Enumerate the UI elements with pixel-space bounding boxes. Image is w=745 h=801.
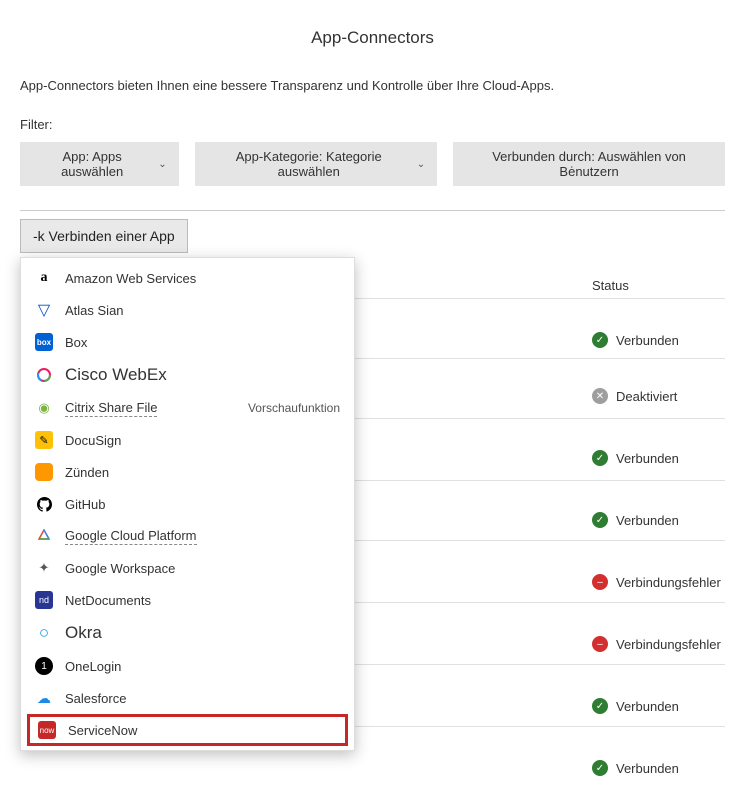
divider: [20, 210, 725, 211]
filter-category[interactable]: App-Kategorie: Kategorie auswählen ⌄: [195, 142, 437, 186]
status-label: Verbunden: [616, 513, 679, 528]
chevron-down-icon: ⌄: [417, 159, 425, 170]
status-label: Verbunden: [616, 451, 679, 466]
dropdown-item-label: Okra: [65, 623, 102, 643]
status-ok-icon: ✓: [592, 512, 608, 528]
status-label: Verbindungsfehler: [616, 637, 721, 652]
dropdown-item-label: DocuSign: [65, 433, 121, 448]
connect-app-button[interactable]: -k Verbinden einer App: [20, 219, 188, 253]
status-label: Deaktiviert: [616, 389, 677, 404]
status-ok-icon: ✓: [592, 698, 608, 714]
dropdown-item-gcp[interactable]: Google Cloud Platform: [21, 520, 354, 552]
status-ok-icon: ✓: [592, 450, 608, 466]
dropdown-item-label: OneLogin: [65, 659, 121, 674]
dropdown-item-onelogin[interactable]: 1 OneLogin: [21, 650, 354, 682]
dropdown-item-label: Atlas Sian: [65, 303, 124, 318]
dropdown-item-netdocuments[interactable]: nd NetDocuments: [21, 584, 354, 616]
cisco-icon: [35, 366, 53, 384]
citrix-icon: ◉: [35, 399, 53, 417]
status-column: Status ✓Verbunden✕Deaktiviert✓Verbunden✓…: [592, 278, 722, 799]
gcp-icon: [35, 527, 53, 545]
status-label: Verbunden: [616, 699, 679, 714]
servicenow-icon: now: [38, 721, 56, 739]
dropdown-item-box[interactable]: box Box: [21, 326, 354, 358]
dropdown-item-label: Citrix Share File: [65, 400, 157, 417]
filter-category-label: App-Kategorie: Kategorie auswählen: [207, 149, 411, 179]
dropdown-item-label: Google Cloud Platform: [65, 528, 197, 545]
dropdown-item-aws[interactable]: a Amazon Web Services: [21, 262, 354, 294]
dropdown-item-label: Salesforce: [65, 691, 126, 706]
status-label: Verbunden: [616, 761, 679, 776]
dropdown-item-docusign[interactable]: ✎ DocuSign: [21, 424, 354, 456]
dropdown-item-label: Amazon Web Services: [65, 271, 196, 286]
zunden-icon: [35, 463, 53, 481]
dropdown-item-atlassian[interactable]: ▽ Atlas Sian: [21, 294, 354, 326]
dropdown-item-label: Zünden: [65, 465, 109, 480]
chevron-down-icon: ⌄: [158, 159, 166, 170]
filters-label: Filter:: [20, 117, 725, 132]
onelogin-icon: 1: [35, 657, 53, 675]
netdocuments-icon: nd: [35, 591, 53, 609]
status-row: ✓ Verbunden: [592, 427, 722, 489]
filters-row: App: Apps auswählen ⌄ App-Kategorie: Kat…: [20, 142, 725, 186]
dropdown-item-label: NetDocuments: [65, 593, 151, 608]
status-row: ✓ Verbunden: [592, 489, 722, 551]
filter-app[interactable]: App: Apps auswählen ⌄: [20, 142, 179, 186]
status-ok-icon: ✓: [592, 760, 608, 776]
okta-icon: ○: [35, 624, 53, 642]
filter-connected-by[interactable]: Verbunden durch: Auswählen von Bėnutzern: [453, 142, 725, 186]
dropdown-item-servicenow[interactable]: now ServiceNow: [27, 714, 348, 746]
aws-icon: a: [35, 269, 53, 287]
status-row: ✓ Verbunden: [592, 675, 722, 737]
dropdown-item-label: Box: [65, 335, 87, 350]
dropdown-item-google-workspace[interactable]: ✦ Google Workspace: [21, 552, 354, 584]
atlassian-icon: ▽: [35, 301, 53, 319]
dropdown-item-cisco[interactable]: Cisco WebEx: [21, 358, 354, 392]
status-err-icon: –: [592, 636, 608, 652]
connect-app-dropdown: a Amazon Web Services ▽ Atlas Sian box Box Cis…: [20, 257, 355, 751]
status-row: ✕ Deaktiviert: [592, 365, 722, 427]
dropdown-item-label: GitHub: [65, 497, 105, 512]
status-err-icon: –: [592, 574, 608, 590]
github-icon: [35, 495, 53, 513]
salesforce-icon: ☁: [35, 689, 53, 707]
page-subtitle: App-Connectors bieten Ihnen eine bessere…: [20, 78, 725, 93]
page-title: App-Connectors: [20, 28, 725, 48]
dropdown-item-label: Cisco WebEx: [65, 365, 167, 385]
google-workspace-icon: ✦: [35, 559, 53, 577]
status-label: Verbunden: [616, 333, 679, 348]
box-icon: box: [35, 333, 53, 351]
status-off-icon: ✕: [592, 388, 608, 404]
status-label: Verbindungsfehler: [616, 575, 721, 590]
status-row: ✓ Verbunden: [592, 315, 722, 365]
dropdown-item-salesforce[interactable]: ☁ Salesforce: [21, 682, 354, 714]
preview-tag: Vorschaufunktion: [248, 401, 340, 415]
dropdown-item-label: ServiceNow: [68, 723, 137, 738]
dropdown-item-zunden[interactable]: Zünden: [21, 456, 354, 488]
status-row: –Verbindungsfehler: [592, 613, 722, 675]
docusign-icon: ✎: [35, 431, 53, 449]
status-header: Status: [592, 278, 722, 293]
dropdown-item-okta[interactable]: ○ Okra: [21, 616, 354, 650]
status-ok-icon: ✓: [592, 332, 608, 348]
dropdown-item-label: Google Workspace: [65, 561, 175, 576]
status-row: –Verbindungsfehler: [592, 551, 722, 613]
status-row: ✓ Verbunden: [592, 737, 722, 799]
filter-app-label: App: Apps auswählen: [32, 149, 152, 179]
dropdown-item-citrix[interactable]: ◉ Citrix Share File Vorschaufunktion: [21, 392, 354, 424]
filter-connected-by-label: Verbunden durch: Auswählen von Bėnutzern: [465, 149, 713, 179]
dropdown-item-github[interactable]: GitHub: [21, 488, 354, 520]
